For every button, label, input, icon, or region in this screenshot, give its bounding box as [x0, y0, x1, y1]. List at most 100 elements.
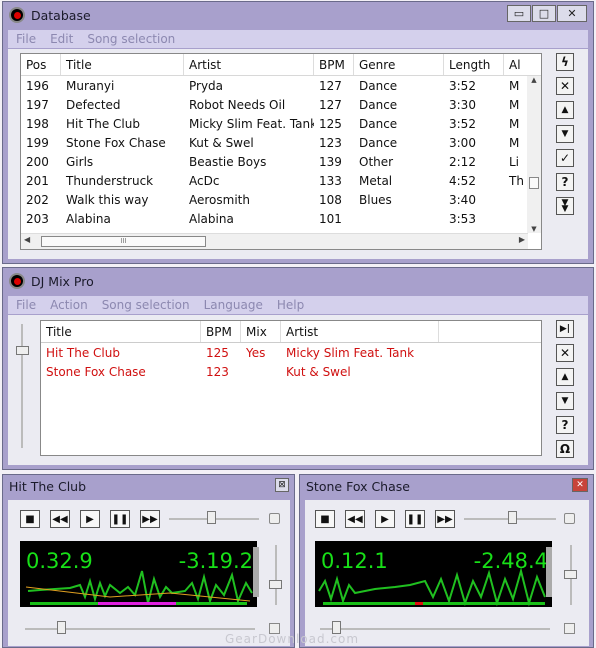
question-icon: ? [561, 418, 569, 432]
menu-help[interactable]: Help [277, 298, 304, 312]
col-bpm[interactable]: BPM [314, 54, 354, 75]
deck2-titlebar[interactable]: Stone Fox Chase ✕ [300, 475, 593, 497]
djmix-titlebar[interactable]: DJ Mix Pro [3, 268, 593, 294]
col-length[interactable]: Length [444, 54, 504, 75]
forward-button[interactable]: ▶▶ [140, 510, 160, 528]
table-cell: 3:52 [449, 116, 476, 131]
move-down-button[interactable]: ▼ [556, 392, 574, 410]
col-title[interactable]: Title [61, 54, 184, 75]
col-title[interactable]: Title [41, 321, 201, 342]
deck2-close-button[interactable]: ✕ [572, 478, 588, 492]
deck2-window: Stone Fox Chase ✕ ■ ◀◀ ▶ ❚❚ ▶▶ 0.12.1 -2… [299, 474, 594, 648]
table-cell: 123 [206, 364, 229, 379]
deck2-position-slider[interactable] [320, 628, 550, 630]
deck1-volume-slider[interactable] [275, 545, 277, 605]
deck1-close-button[interactable]: ⊠ [275, 478, 289, 492]
deck1-volume-thumb[interactable] [269, 580, 282, 589]
table-cell: Robot Needs Oil [189, 97, 286, 112]
stop-button[interactable]: ■ [20, 510, 40, 528]
play-button[interactable]: ▶ [80, 510, 100, 528]
help-button[interactable]: ? [556, 173, 574, 191]
table-row[interactable]: 199 Stone Fox Chase Kut & Swel 123 Dance 3:00… [21, 133, 541, 152]
table-row[interactable]: 200 Girls Beastie Boys 139 Other 2:12 Li [21, 152, 541, 171]
pitch-slider-thumb[interactable] [207, 511, 216, 524]
arrow-down-icon: ▼ [561, 396, 569, 406]
deck1-toggle[interactable] [269, 513, 280, 524]
menu-song-selection[interactable]: Song selection [87, 32, 175, 46]
move-up-button[interactable]: ▲ [556, 101, 574, 119]
table-cell: 203 [26, 211, 49, 226]
x-icon: ✕ [559, 79, 571, 93]
col-pos[interactable]: Pos [21, 54, 61, 75]
menu-action[interactable]: Action [50, 298, 88, 312]
check-button[interactable]: ✓ [556, 149, 574, 167]
table-row[interactable]: Stone Fox Chase 123 Kut & Swel [41, 362, 541, 381]
close-button[interactable]: ✕ [557, 5, 587, 22]
table-cell: Thunderstruck [66, 173, 154, 188]
scroll-down-icon[interactable]: ▼ [527, 225, 541, 233]
remove-button[interactable]: ✕ [556, 344, 574, 362]
deck1-titlebar[interactable]: Hit The Club ⊠ [3, 475, 294, 497]
rewind-button[interactable]: ◀◀ [50, 510, 70, 528]
database-titlebar[interactable]: Database ▭ □ ✕ [3, 2, 593, 28]
deck1-position-thumb[interactable] [57, 621, 66, 634]
vertical-scrollbar[interactable]: ▲ ▼ [527, 76, 541, 233]
maximize-button[interactable]: □ [532, 5, 556, 22]
stop-icon: ■ [25, 513, 35, 525]
scroll-left-icon[interactable]: ◀ [24, 235, 30, 244]
col-artist[interactable]: Artist [281, 321, 439, 342]
col-artist[interactable]: Artist [184, 54, 314, 75]
scroll-thumb-v[interactable] [529, 177, 539, 189]
table-cell: Walk this way [66, 192, 149, 207]
scroll-up-icon[interactable]: ▲ [527, 76, 541, 84]
pitch-slider-thumb[interactable] [508, 511, 517, 524]
table-row[interactable]: 203 Alabina Alabina 101 3:53 [21, 209, 541, 228]
table-cell: 201 [26, 173, 49, 188]
play-next-button[interactable]: ▶| [556, 320, 574, 338]
col-mix[interactable]: Mix [241, 321, 281, 342]
help-button[interactable]: ? [556, 416, 574, 434]
col-bpm[interactable]: BPM [201, 321, 241, 342]
move-down-button[interactable]: ▼ [556, 125, 574, 143]
table-cell: Dance [359, 97, 398, 112]
minimize-button[interactable]: ▭ [507, 5, 531, 22]
lightning-button[interactable]: ϟ [556, 53, 574, 71]
stop-button[interactable]: ■ [315, 510, 335, 528]
menu-edit[interactable]: Edit [50, 32, 73, 46]
headphones-button[interactable]: Ω [556, 440, 574, 458]
deck2-toggle[interactable] [564, 513, 575, 524]
move-up-button[interactable]: ▲ [556, 368, 574, 386]
deck2-volume-thumb[interactable] [564, 570, 577, 579]
rewind-button[interactable]: ◀◀ [345, 510, 365, 528]
delete-button[interactable]: ✕ [556, 77, 574, 95]
table-cell: Dance [359, 78, 398, 93]
col-album[interactable]: Al [504, 54, 541, 75]
menu-file[interactable]: File [16, 32, 36, 46]
table-row[interactable]: 198 Hit The Club Micky Slim Feat. Tank 125 D… [21, 114, 541, 133]
crossfader-thumb[interactable] [16, 346, 29, 355]
menu-language[interactable]: Language [204, 298, 263, 312]
forward-button[interactable]: ▶▶ [435, 510, 455, 528]
horizontal-scrollbar[interactable]: ◀ III ▶ [21, 233, 528, 249]
djmix-window: DJ Mix Pro File Action Song selection La… [2, 267, 594, 470]
crossfader-track[interactable] [21, 324, 23, 448]
pause-button[interactable]: ❚❚ [110, 510, 130, 528]
table-cell: Girls [66, 154, 94, 169]
table-row[interactable]: 201 Thunderstruck AcDc 133 Metal 4:52 Th [21, 171, 541, 190]
table-row[interactable]: 202 Walk this way Aerosmith 108 Blues 3:40 [21, 190, 541, 209]
scroll-thumb-h[interactable]: III [41, 236, 206, 247]
close-icon: ✕ [567, 7, 577, 20]
deck2-resize-grip[interactable] [564, 623, 575, 634]
to-bottom-button[interactable]: ▼ ▼ [556, 197, 574, 215]
col-genre[interactable]: Genre [354, 54, 444, 75]
table-row[interactable]: 196 Muranyi Pryda 127 Dance 3:52 M [21, 76, 541, 95]
menu-song-selection[interactable]: Song selection [102, 298, 190, 312]
table-row[interactable]: 197 Defected Robot Needs Oil 127 Dance 3:30 M [21, 95, 541, 114]
play-button[interactable]: ▶ [375, 510, 395, 528]
scroll-right-icon[interactable]: ▶ [519, 235, 525, 244]
menu-file[interactable]: File [16, 298, 36, 312]
table-cell: 4:52 [449, 173, 476, 188]
pause-button[interactable]: ❚❚ [405, 510, 425, 528]
table-cell: Alabina [189, 211, 234, 226]
table-row[interactable]: Hit The Club 125 Yes Micky Slim Feat. Tank [41, 343, 541, 362]
